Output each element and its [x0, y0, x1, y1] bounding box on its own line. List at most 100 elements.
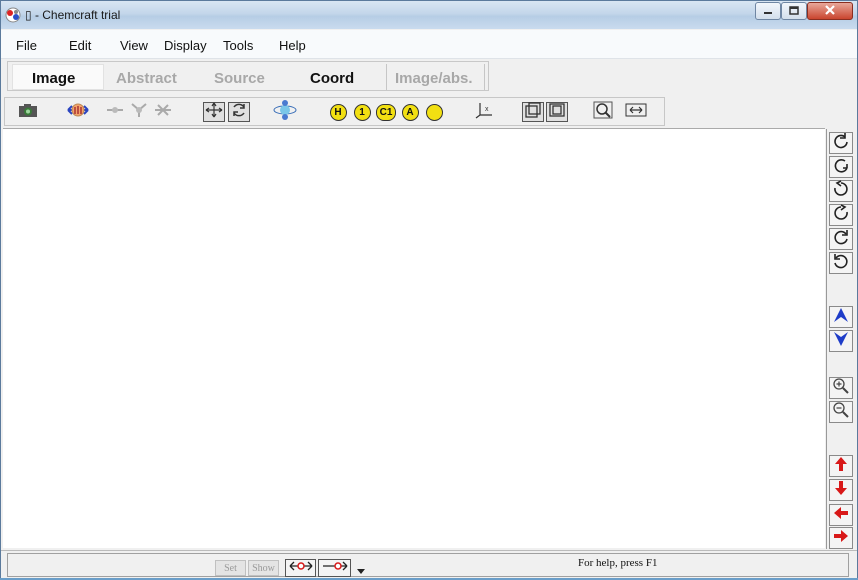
move-down-button[interactable] — [829, 479, 853, 501]
label-c1-text: C1 — [379, 106, 393, 118]
move-forward-button[interactable] — [829, 306, 853, 328]
zoom-out-button[interactable] — [829, 401, 853, 423]
fit-to-window-icon — [205, 102, 223, 123]
move-up-button[interactable] — [829, 455, 853, 477]
minimize-icon — [763, 2, 773, 20]
rotate-molecule-icon — [67, 101, 89, 124]
rotate-x-cw-button[interactable] — [829, 132, 853, 154]
chemcraft-logo-icon — [5, 7, 21, 23]
zoom-in-icon — [832, 377, 850, 400]
rotate-y-ccw-icon — [832, 203, 850, 227]
tabs-frame: Image Abstract Source Coord Image/abs. — [7, 61, 489, 91]
axes-icon: x — [474, 101, 494, 124]
dropdown-arrow-button[interactable] — [356, 562, 366, 580]
rotate-y-cw-button[interactable] — [829, 179, 853, 203]
move-back-button[interactable] — [829, 330, 853, 352]
orbital-button[interactable] — [273, 99, 297, 125]
tab-coord[interactable]: Coord — [310, 70, 354, 87]
zoom-in-button[interactable] — [829, 377, 853, 399]
rotate-x-cw-icon — [832, 132, 850, 155]
move-up-icon — [832, 455, 850, 478]
tab-divider — [484, 64, 485, 90]
measure-icon — [625, 102, 647, 123]
cube-flat-icon — [548, 102, 566, 123]
tab-source[interactable]: Source — [214, 70, 265, 87]
menu-bar: File Edit View Display Tools Help — [1, 30, 857, 59]
label-circle-button[interactable] — [423, 102, 445, 122]
menu-display[interactable]: Display — [164, 38, 207, 53]
rotate-z-cw-button[interactable] — [829, 228, 853, 250]
status-bar: Set Show For help, press F1 — [1, 550, 857, 578]
label-a-icon: A — [401, 103, 419, 121]
move-down-icon — [832, 479, 850, 502]
label-c1-button[interactable]: C1 — [375, 102, 397, 122]
maximize-button[interactable] — [781, 2, 807, 20]
molecule-canvas[interactable] — [3, 128, 825, 548]
title-bar[interactable]: ▯ - Chemcraft trial — [1, 1, 857, 29]
rotate-fit-icon — [230, 102, 248, 123]
axes-button[interactable]: x — [473, 102, 495, 122]
rotate-molecule-button[interactable] — [67, 102, 89, 122]
move-left-button[interactable] — [829, 504, 853, 526]
cube-perspective-icon — [524, 101, 542, 123]
single-arrow-mode-button[interactable] — [318, 559, 351, 577]
menu-tools[interactable]: Tools — [223, 38, 253, 53]
camera-button[interactable] — [17, 102, 39, 122]
double-arrow-bond-icon — [288, 559, 314, 577]
close-button[interactable] — [807, 2, 853, 20]
magnifier-icon — [593, 101, 613, 124]
camera-icon — [18, 102, 38, 123]
maximize-icon — [789, 2, 799, 20]
label-a-button[interactable]: A — [399, 102, 421, 122]
add-bond-button[interactable] — [104, 102, 126, 122]
status-field: Set Show For help, press F1 — [7, 553, 849, 577]
rotate-x-ccw-button[interactable] — [829, 156, 853, 178]
rotate-fit-button[interactable] — [228, 102, 250, 122]
close-icon — [824, 2, 836, 20]
status-help-text: For help, press F1 — [578, 557, 658, 569]
main-toolbar: H 1 C1 A x — [4, 97, 665, 126]
menu-file[interactable]: File — [16, 38, 37, 53]
minimize-button[interactable] — [755, 2, 781, 20]
rotate-z-ccw-button[interactable] — [829, 252, 853, 274]
menu-edit[interactable]: Edit — [69, 38, 91, 53]
cube-flat-button[interactable] — [546, 102, 568, 122]
show-button[interactable]: Show — [248, 560, 279, 576]
measure-button[interactable] — [625, 102, 647, 122]
rotate-x-ccw-icon — [832, 156, 850, 179]
tab-abstract[interactable]: Abstract — [116, 70, 177, 87]
set-button[interactable]: Set — [215, 560, 246, 576]
window-title: ▯ - Chemcraft trial — [25, 8, 121, 22]
orbital-icon — [273, 99, 297, 125]
label-number-icon: 1 — [353, 103, 371, 121]
move-back-icon — [832, 330, 850, 353]
move-forward-icon — [832, 306, 850, 329]
tab-divider — [386, 64, 387, 90]
label-number-button[interactable]: 1 — [351, 102, 373, 122]
view-control-toolbar — [826, 129, 855, 549]
bond-mode-button[interactable] — [285, 559, 316, 577]
delete-atom-icon — [153, 102, 173, 123]
svg-text:x: x — [485, 106, 489, 113]
add-atom-button[interactable] — [128, 102, 150, 122]
add-bond-icon — [105, 102, 125, 123]
menu-view[interactable]: View — [120, 38, 148, 53]
tab-image-abs[interactable]: Image/abs. — [395, 70, 473, 87]
rotate-z-cw-icon — [832, 228, 850, 251]
label-h-text: H — [334, 106, 342, 118]
label-circle-icon — [425, 103, 443, 121]
fit-to-window-button[interactable] — [203, 102, 225, 122]
move-right-button[interactable] — [829, 527, 853, 549]
tab-image[interactable]: Image — [32, 70, 75, 87]
cube-perspective-button[interactable] — [522, 101, 544, 123]
rotate-y-cw-icon — [832, 179, 850, 203]
label-number-text: 1 — [359, 106, 365, 118]
rotate-y-ccw-button[interactable] — [829, 203, 853, 227]
magnifier-button[interactable] — [592, 101, 614, 124]
move-right-icon — [832, 527, 850, 550]
zoom-out-icon — [832, 401, 850, 424]
move-left-icon — [832, 504, 850, 527]
label-h-button[interactable]: H — [327, 102, 349, 122]
menu-help[interactable]: Help — [279, 38, 306, 53]
delete-atom-button[interactable] — [152, 102, 174, 122]
